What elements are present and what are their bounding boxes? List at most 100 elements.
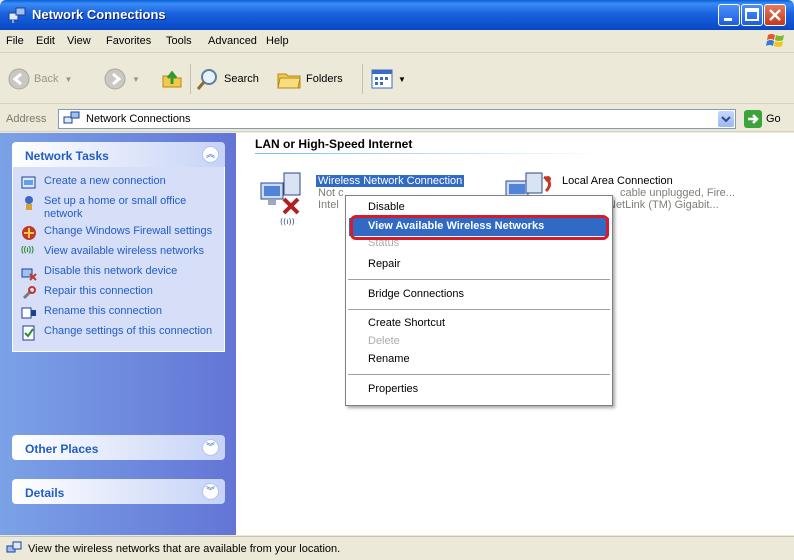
rename-icon [21, 307, 36, 319]
network-status-icon [6, 541, 22, 553]
search-button[interactable]: Search [196, 62, 259, 96]
menu-separator [348, 374, 610, 375]
up-folder-icon [162, 70, 182, 88]
menu-rename[interactable]: Rename [368, 353, 410, 365]
network-tasks-header[interactable]: Network Tasks ︽ [12, 142, 225, 167]
task-create-connection[interactable]: Create a new connection [21, 175, 218, 191]
network-tasks-list: Create a new connection Set up a home or… [12, 167, 225, 352]
other-places-title: Other Places [25, 442, 99, 456]
task-firewall-settings[interactable]: Change Windows Firewall settings [21, 225, 218, 241]
maximize-button[interactable] [741, 4, 763, 26]
forward-button[interactable]: ▼ [104, 62, 140, 96]
task-repair-connection[interactable]: Repair this connection [21, 285, 218, 301]
menu-advanced[interactable]: Advanced [208, 35, 257, 47]
menu-bridge-connections[interactable]: Bridge Connections [368, 288, 464, 300]
minimize-button[interactable] [718, 4, 740, 26]
task-disable-device[interactable]: Disable this network device [21, 265, 218, 281]
task-label: Rename this connection [44, 305, 163, 317]
menu-properties[interactable]: Properties [368, 383, 418, 395]
status-bar: View the wireless networks that are avai… [0, 536, 794, 560]
network-tasks-title: Network Tasks [25, 149, 109, 163]
title-bar[interactable]: Network Connections [0, 0, 794, 30]
folders-label: Folders [306, 73, 343, 85]
svg-text:((ı)): ((ı)) [280, 217, 295, 226]
task-pane: Network Tasks ︽ Create a new connection … [0, 133, 236, 535]
address-value: Network Connections [86, 113, 191, 125]
views-button[interactable]: ▼ [370, 62, 406, 96]
firewall-icon [22, 226, 36, 240]
windows-logo-icon [766, 34, 784, 47]
local-connection-name: Local Area Connection [562, 175, 673, 187]
menu-bar: File Edit View Favorites Tools Advanced … [0, 30, 794, 53]
details-header[interactable]: Details ︾ [12, 479, 225, 504]
expand-chevron-icon[interactable]: ︾ [202, 483, 219, 500]
task-label: Repair this connection [44, 285, 153, 297]
go-arrow-icon [744, 110, 762, 128]
go-button[interactable]: Go [744, 110, 781, 128]
search-icon [196, 69, 217, 90]
search-label: Search [224, 73, 259, 85]
repair-icon [22, 286, 36, 300]
wireless-icon: ((ı)) [21, 245, 34, 254]
chevron-down-icon [721, 116, 731, 123]
status-text: View the wireless networks that are avai… [28, 543, 341, 555]
task-label: View available wireless networks [44, 245, 204, 257]
menu-separator [348, 279, 610, 280]
menu-view[interactable]: View [67, 35, 91, 47]
views-icon [371, 69, 393, 89]
forward-dropdown-icon[interactable]: ▼ [132, 75, 140, 84]
task-label: Create a new connection [44, 175, 166, 187]
menu-create-shortcut[interactable]: Create Shortcut [368, 317, 445, 329]
collapse-chevron-icon[interactable]: ︽ [202, 146, 219, 163]
back-button[interactable]: Back ▼ [8, 62, 72, 96]
other-places-header[interactable]: Other Places ︾ [12, 435, 225, 460]
details-panel: Details ︾ [12, 479, 225, 504]
minimize-icon [724, 18, 732, 21]
group-title: LAN or High-Speed Internet [255, 137, 413, 151]
close-button[interactable] [764, 4, 786, 26]
task-view-wireless[interactable]: ((ı)) View available wireless networks [21, 245, 218, 261]
menu-favorites[interactable]: Favorites [106, 35, 151, 47]
menu-file[interactable]: File [6, 35, 24, 47]
up-folder-button[interactable] [160, 62, 184, 96]
address-label: Address [6, 113, 47, 125]
menu-help[interactable]: Help [266, 35, 289, 47]
views-dropdown-icon[interactable]: ▼ [398, 75, 406, 84]
task-label: Set up a home or small office network [44, 195, 187, 220]
address-bar: Address Network Connections Go [0, 105, 794, 132]
window-title: Network Connections [32, 7, 166, 22]
forward-arrow-icon [104, 68, 126, 90]
menu-disable[interactable]: Disable [368, 201, 405, 213]
menu-tools[interactable]: Tools [166, 35, 192, 47]
back-dropdown-icon[interactable]: ▼ [64, 75, 72, 84]
address-network-icon [63, 111, 80, 124]
go-label: Go [766, 113, 781, 125]
menu-repair[interactable]: Repair [368, 258, 400, 270]
task-label: Change settings of this connection [44, 325, 213, 337]
expand-chevron-icon[interactable]: ︾ [202, 439, 219, 456]
close-icon [769, 9, 781, 21]
details-title: Details [25, 486, 65, 500]
network-tasks-panel: Network Tasks ︽ Create a new connection … [12, 142, 225, 352]
settings-icon [22, 325, 35, 341]
folders-icon [277, 73, 301, 89]
address-input[interactable]: Network Connections [58, 109, 736, 129]
folders-button[interactable]: Folders [276, 62, 343, 96]
back-label: Back [34, 73, 59, 85]
address-dropdown-button[interactable] [718, 111, 734, 127]
task-home-network[interactable]: Set up a home or small office network [21, 195, 218, 221]
disable-device-icon [21, 268, 37, 281]
toolbar: Back ▼ ▼ Search Folders ▼ [0, 54, 794, 104]
menu-edit[interactable]: Edit [36, 35, 55, 47]
task-change-settings[interactable]: Change settings of this connection [21, 325, 218, 341]
other-places-panel: Other Places ︾ [12, 435, 225, 460]
task-rename-connection[interactable]: Rename this connection [21, 305, 218, 321]
wireless-adapter-icon: ((ı)) [260, 172, 301, 226]
home-network-icon [25, 196, 33, 210]
back-arrow-icon [8, 68, 30, 90]
menu-delete[interactable]: Delete [368, 335, 400, 347]
group-divider [255, 153, 605, 154]
task-label: Change Windows Firewall settings [44, 225, 213, 237]
task-label: Disable this network device [44, 265, 178, 277]
new-connection-icon [21, 176, 36, 189]
